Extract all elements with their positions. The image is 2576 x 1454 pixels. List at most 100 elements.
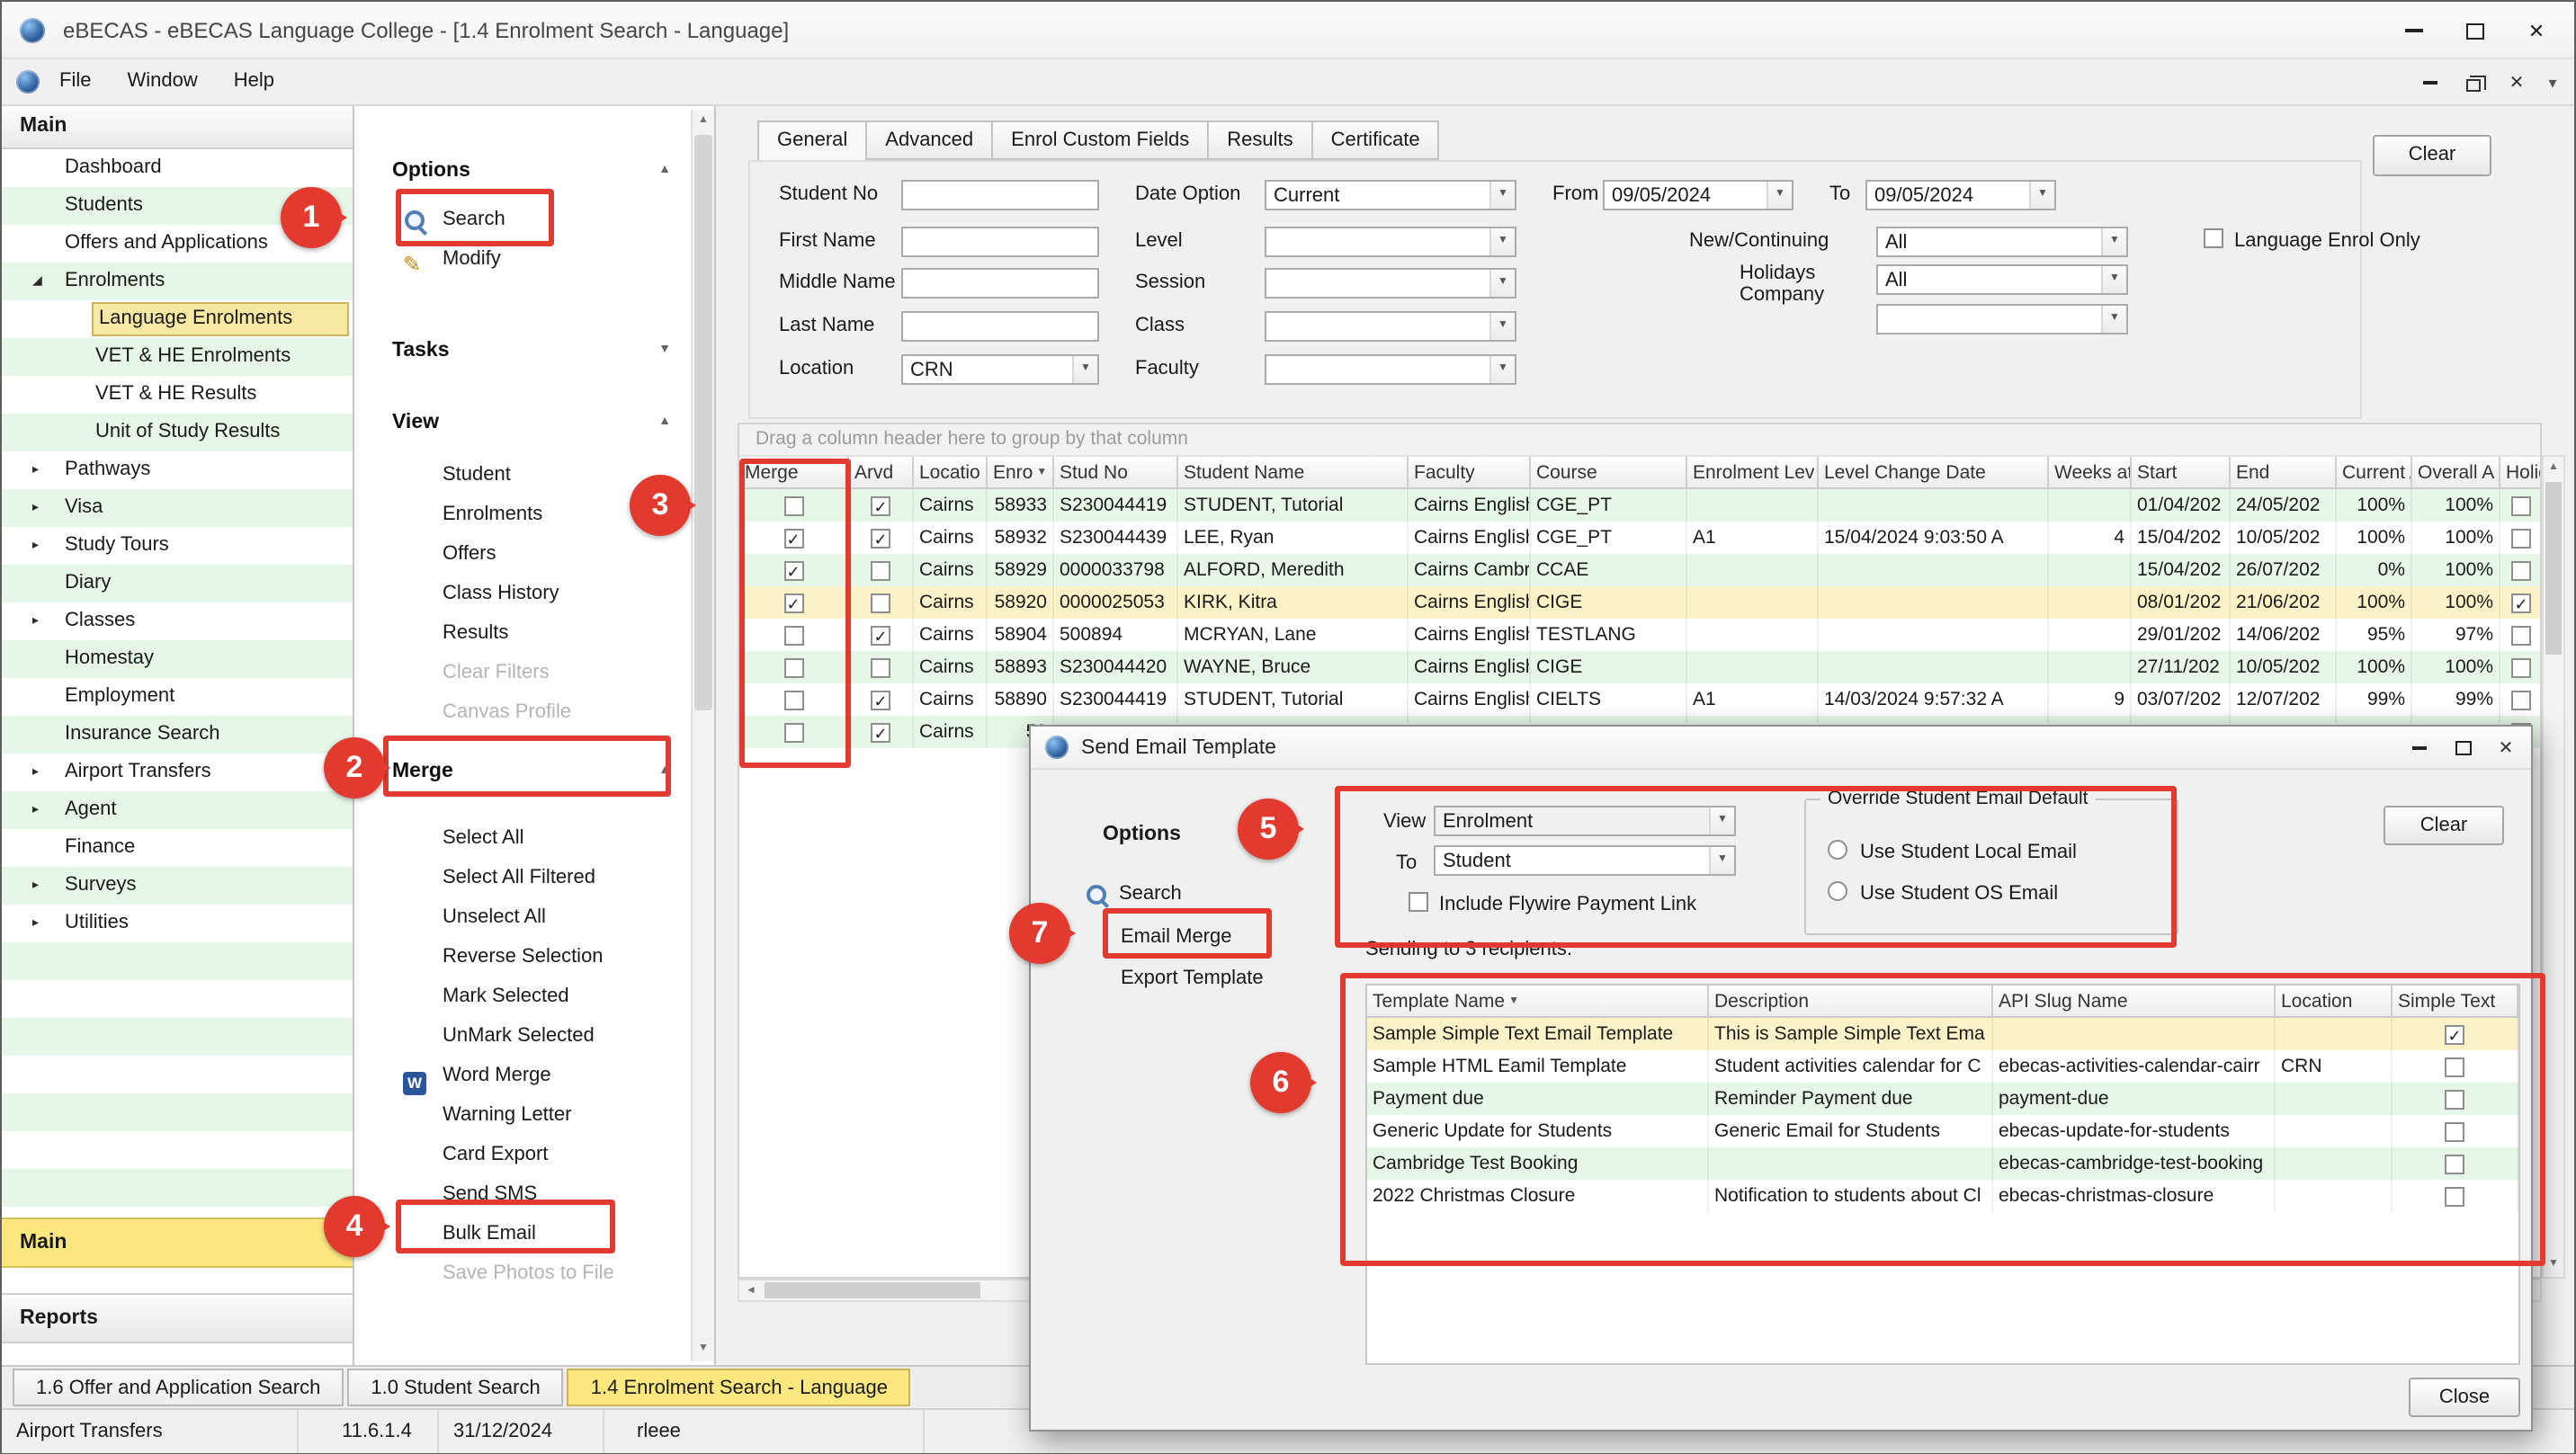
scroll-down-icon[interactable]: ▼: [2544, 1253, 2563, 1277]
level-select[interactable]: ▼: [1265, 227, 1516, 257]
sidebar-item-language-enrolments[interactable]: Language Enrolments: [2, 300, 353, 338]
action-results[interactable]: Results: [354, 613, 689, 653]
first-name-input[interactable]: [901, 227, 1099, 257]
chevron-up-icon[interactable]: ▲: [658, 405, 671, 441]
collapsed-node-icon[interactable]: ▸: [32, 867, 39, 905]
new-continuing-select[interactable]: All▼: [1876, 227, 2128, 257]
section-header-view[interactable]: View▲: [354, 405, 689, 441]
scrollbar-thumb[interactable]: [765, 1282, 980, 1298]
column-header-level-change-date[interactable]: Level Change Date: [1819, 457, 2049, 489]
actions-scrollbar[interactable]: ▲ ▼: [691, 110, 714, 1361]
window-tab-1-0-student-search[interactable]: 1.0 Student Search: [347, 1369, 563, 1406]
collapsed-node-icon[interactable]: ▸: [32, 527, 39, 565]
collapsed-node-icon[interactable]: ▸: [32, 791, 39, 829]
holiday-checkbox[interactable]: [2511, 657, 2531, 677]
to-date-select[interactable]: 09/05/2024▼: [1865, 180, 2056, 210]
action-word-merge[interactable]: WWord Merge: [354, 1056, 689, 1095]
holiday-checkbox[interactable]: [2511, 528, 2531, 548]
enrolment-row[interactable]: Cairns58893S230044420WAYNE, BruceCairns …: [739, 651, 2540, 683]
arvd-checkbox[interactable]: ✓: [871, 625, 890, 645]
student-no-input[interactable]: [901, 180, 1099, 210]
column-header-course[interactable]: Course: [1531, 457, 1687, 489]
tab-general[interactable]: General: [757, 120, 867, 162]
sidebar-item-diary[interactable]: Diary: [2, 565, 353, 602]
dialog-close-button[interactable]: ✕: [2484, 728, 2527, 768]
column-header-stud-no[interactable]: Stud No: [1054, 457, 1178, 489]
date-option-select[interactable]: Current▼: [1265, 180, 1516, 210]
scroll-down-icon[interactable]: ▼: [693, 1338, 714, 1361]
holiday-checkbox[interactable]: [2511, 690, 2531, 709]
sidebar-item-dashboard[interactable]: Dashboard: [2, 149, 353, 187]
enrolment-row[interactable]: ✓Cairns589200000025053KIRK, KitraCairns …: [739, 586, 2540, 619]
dialog-clear-button[interactable]: Clear: [2384, 806, 2504, 845]
holiday-checkbox[interactable]: ✓: [2511, 593, 2531, 612]
section-header-options[interactable]: Options▲: [354, 153, 689, 189]
sidebar-item-unit-of-study-results[interactable]: Unit of Study Results: [2, 414, 353, 451]
holidays-select[interactable]: All▼: [1876, 264, 2128, 295]
column-header-current-a[interactable]: Current A: [2337, 457, 2412, 489]
sidebar-item-pathways[interactable]: ▸Pathways: [2, 451, 353, 489]
arvd-checkbox[interactable]: [871, 657, 890, 677]
enrolment-row[interactable]: ✓Cairns58890S230044419STUDENT, TutorialC…: [739, 683, 2540, 716]
scrollbar-thumb[interactable]: [2545, 482, 2562, 655]
arvd-checkbox[interactable]: [871, 560, 890, 580]
sidebar-item-airport-transfers[interactable]: ▸Airport Transfers: [2, 754, 353, 791]
section-header-tasks[interactable]: Tasks▼: [354, 333, 689, 369]
holiday-checkbox[interactable]: [2511, 495, 2531, 515]
action-select-all[interactable]: Select All: [354, 818, 689, 858]
nav-group-main[interactable]: Main: [2, 1218, 353, 1268]
action-select-all-filtered[interactable]: Select All Filtered: [354, 858, 689, 897]
nav-group-reports[interactable]: Reports: [2, 1293, 353, 1343]
chevron-down-icon[interactable]: ▾: [2538, 63, 2567, 103]
dialog-maximize-button[interactable]: [2441, 728, 2484, 768]
action-offers[interactable]: Offers: [354, 534, 689, 574]
sidebar-item-insurance-search[interactable]: Insurance Search: [2, 716, 353, 754]
menu-window[interactable]: Window: [111, 59, 213, 104]
chevron-up-icon[interactable]: ▲: [658, 153, 671, 189]
action-unselect-all[interactable]: Unselect All: [354, 897, 689, 937]
tab-enrol-custom-fields[interactable]: Enrol Custom Fields: [993, 120, 1209, 160]
column-header-locatio[interactable]: Locatio: [914, 457, 988, 489]
minimize-button[interactable]: [2384, 2, 2445, 59]
action-card-export[interactable]: Card Export: [354, 1135, 689, 1174]
arvd-checkbox[interactable]: [871, 593, 890, 612]
collapsed-node-icon[interactable]: ▸: [32, 451, 39, 489]
dialog-search-option[interactable]: Search: [1085, 879, 1182, 908]
column-header-student-name[interactable]: Student Name: [1178, 457, 1409, 489]
scroll-up-icon[interactable]: ▲: [693, 110, 714, 133]
action-warning-letter[interactable]: Warning Letter: [354, 1095, 689, 1135]
sidebar-item-utilities[interactable]: ▸Utilities: [2, 905, 353, 942]
middle-name-input[interactable]: [901, 268, 1099, 299]
dialog-minimize-button[interactable]: [2398, 728, 2441, 768]
mdi-close-button[interactable]: ✕: [2495, 63, 2538, 103]
sidebar-item-enrolments[interactable]: ◢Enrolments: [2, 263, 353, 300]
sidebar-item-homestay[interactable]: Homestay: [2, 640, 353, 678]
arvd-checkbox[interactable]: ✓: [871, 528, 890, 548]
column-header-enro[interactable]: Enro▼: [988, 457, 1054, 489]
close-dialog-button[interactable]: Close: [2409, 1378, 2520, 1417]
arvd-checkbox[interactable]: ✓: [871, 722, 890, 742]
scroll-up-icon[interactable]: ▲: [2544, 457, 2563, 480]
column-header-enrolment-lev[interactable]: Enrolment Lev: [1687, 457, 1819, 489]
location-select[interactable]: CRN▼: [901, 354, 1099, 385]
expanded-node-icon[interactable]: ◢: [32, 263, 42, 300]
action-mark-selected[interactable]: Mark Selected: [354, 977, 689, 1016]
window-tab-1-4-enrolment-search-language[interactable]: 1.4 Enrolment Search - Language: [568, 1369, 911, 1406]
window-tab-1-6-offer-and-application-search[interactable]: 1.6 Offer and Application Search: [13, 1369, 344, 1406]
sidebar-item-classes[interactable]: ▸Classes: [2, 602, 353, 640]
sidebar-item-employment[interactable]: Employment: [2, 678, 353, 716]
collapsed-node-icon[interactable]: ▸: [32, 905, 39, 942]
sidebar-item-study-tours[interactable]: ▸Study Tours: [2, 527, 353, 565]
maximize-button[interactable]: [2445, 2, 2506, 59]
enrolment-row[interactable]: ✓Cairns589290000033798ALFORD, MeredithCa…: [739, 554, 2540, 586]
from-date-select[interactable]: 09/05/2024▼: [1603, 180, 1793, 210]
tab-advanced[interactable]: Advanced: [867, 120, 993, 160]
mdi-minimize-button[interactable]: [2409, 63, 2452, 103]
sidebar-item-vet-he-results[interactable]: VET & HE Results: [2, 376, 353, 414]
scrollbar-thumb[interactable]: [694, 135, 712, 710]
enrolment-row[interactable]: ✓✓Cairns58932S230044439LEE, RyanCairns E…: [739, 522, 2540, 554]
sidebar-item-surveys[interactable]: ▸Surveys: [2, 867, 353, 905]
collapsed-node-icon[interactable]: ▸: [32, 754, 39, 791]
column-header-holiday[interactable]: Holiday: [2500, 457, 2542, 489]
menu-file[interactable]: File: [43, 59, 107, 104]
